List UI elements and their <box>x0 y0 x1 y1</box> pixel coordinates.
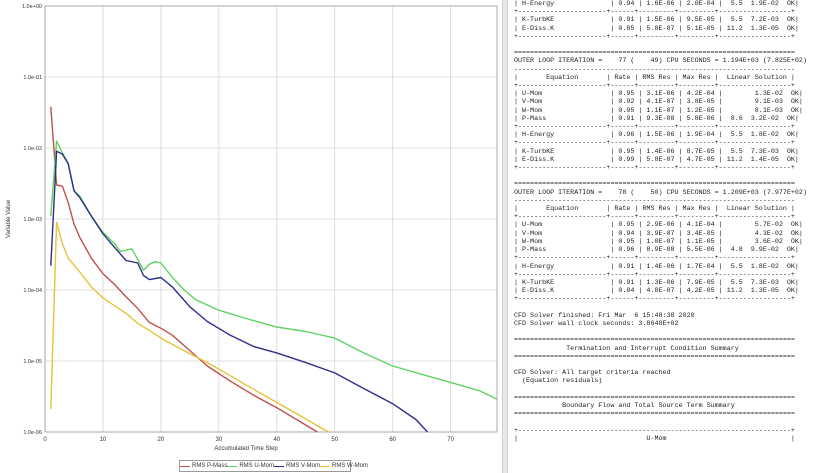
x-tick-label: 60 <box>389 437 396 443</box>
legend-label: RMS V-Mom <box>286 463 321 469</box>
series-line-rms-v-mom <box>50 150 429 433</box>
legend-item: RMS U-Mom <box>227 463 274 469</box>
legend-item: RMS W-Mom <box>320 463 368 469</box>
x-tick-label: 30 <box>216 437 223 443</box>
solver-output-line: +---------------------------------------… <box>514 426 795 435</box>
x-tick-label: 0 <box>43 437 47 443</box>
series-line-rms-u-mom <box>50 140 498 400</box>
y-tick-label: 1.0e-06 <box>23 430 42 436</box>
solver-output-line: | H-Energy | 0.94 | 1.6E-06 | 2.0E-04 | … <box>514 0 799 8</box>
solver-output-line: +----------------------+------+---------… <box>514 270 795 279</box>
x-tick-label: 20 <box>158 437 165 443</box>
legend-label: RMS P-Mass <box>192 463 228 469</box>
solver-output-line: +----------------------+------+---------… <box>514 213 795 222</box>
series-line-rms-p-mass <box>50 106 318 433</box>
legend-swatch <box>320 465 331 467</box>
solver-output-line: +----------------------+------+---------… <box>514 123 795 132</box>
legend-swatch <box>227 465 238 467</box>
solver-output-line: ========================================… <box>514 410 795 419</box>
x-tick-label: 40 <box>273 437 280 443</box>
solver-output-line: | P-Mass | 0.91 | 9.3E-08 | 5.8E-06 | 8.… <box>514 114 799 123</box>
solver-output-line: | P-Mass | 0.96 | 8.9E-08 | 5.5E-06 | 4.… <box>514 246 799 255</box>
solver-output-line: | Equation | Rate | RMS Res | Max Res | … <box>514 73 795 82</box>
y-tick-label: 1.0e+00 <box>22 4 42 10</box>
solver-output-line: OUTER LOOP ITERATION = 77 ( 49) CPU SECO… <box>514 57 807 66</box>
solver-output-panel[interactable]: | H-Energy | 0.94 | 1.6E-06 | 2.0E-04 | … <box>508 0 831 473</box>
solver-output-line: | H-Energy | 0.91 | 1.4E-06 | 1.7E-04 | … <box>514 262 799 271</box>
solver-output-line: | K-TurbKE | 0.91 | 1.5E-06 | 9.5E-05 | … <box>514 16 799 25</box>
solver-output-line: Boundary Flow and Total Source Term Summ… <box>562 401 735 410</box>
legend-label: RMS W-Mom <box>332 463 368 469</box>
solver-output-line: | Equation | Rate | RMS Res | Max Res | … <box>514 205 795 214</box>
x-tick-label: 70 <box>447 437 454 443</box>
solver-output-line: ========================================… <box>514 336 795 345</box>
solver-output-line: +----------------------+------+---------… <box>514 32 795 41</box>
y-tick-label: 1.0e-02 <box>23 146 42 152</box>
y-tick-label: 1.0e-05 <box>23 359 42 365</box>
solver-output-line: ----------------------------------------… <box>514 65 795 74</box>
solver-output-line: | H-Energy | 0.96 | 1.5E-06 | 1.9E-04 | … <box>514 131 799 140</box>
legend-swatch <box>274 465 285 467</box>
y-tick-label: 1.0e-03 <box>23 217 42 223</box>
solver-output-line: ========================================… <box>514 352 795 361</box>
x-axis-label: Accumulated Time Step <box>214 446 278 452</box>
solver-output-line: | W-Mom | 0.95 | 1.1E-07 | 1.2E-05 | 8.1… <box>514 106 803 115</box>
solver-output-line: | E-Diss.K | 0.84 | 4.8E-07 | 4.2E-05 | … <box>514 287 799 296</box>
solver-output-line: | K-TurbKE | 0.91 | 1.3E-06 | 7.9E-05 | … <box>514 278 799 287</box>
solver-output-line: +----------------------+------+---------… <box>514 254 795 263</box>
solver-output-line: CFD Solver finished: Fri Mar 6 15:48:38 … <box>514 311 695 320</box>
solver-output-line: | V-Mom | 0.92 | 4.1E-07 | 3.8E-05 | 9.1… <box>514 98 803 107</box>
series-line-rms-w-mom <box>50 221 330 433</box>
solver-output-line: +----------------------+------+---------… <box>514 8 795 17</box>
solver-output-line: | W-Mom | 0.95 | 1.0E-07 | 1.1E-05 | 3.6… <box>514 237 803 246</box>
residual-plot-panel: 0 10 20 30 40 50 60 70 1.0e-06 1.0e-05 1.0e-04 1.0e… <box>0 0 502 473</box>
solver-output-line: OUTER LOOP ITERATION = 78 ( 50) CPU SECO… <box>514 188 807 197</box>
solver-output-line: | E-Diss.K | 0.85 | 5.8E-07 | 5.1E-05 | … <box>514 24 799 33</box>
solver-output-line: ========================================… <box>514 49 795 58</box>
solver-output-line: | K-TurbKE | 0.95 | 1.4E-06 | 8.7E-05 | … <box>514 147 799 156</box>
solver-output-line: +----------------------+------+---------… <box>514 295 795 304</box>
legend-swatch <box>180 465 190 467</box>
y-tick-label: 1.0e-04 <box>23 288 42 294</box>
legend-item: RMS V-Mom <box>274 463 320 469</box>
solver-output-line: CFD Solver: All target criteria reached <box>514 369 671 378</box>
x-tick-label: 50 <box>331 437 338 443</box>
solver-output-line: +----------------------+------+---------… <box>514 82 795 91</box>
x-tick-label: 10 <box>100 437 107 443</box>
solver-output-line: Termination and Interrupt Condition Summ… <box>566 344 739 353</box>
solver-output-line: | E-Diss.K | 0.99 | 5.8E-07 | 4.7E-05 | … <box>514 155 799 164</box>
solver-output-line: ----------------------------------------… <box>514 196 795 205</box>
y-tick-label: 1.0e-01 <box>23 75 42 81</box>
solver-output-text: | H-Energy | 0.94 | 1.6E-06 | 2.0E-04 | … <box>508 0 831 443</box>
solver-output-line: CFD Solver wall clock seconds: 3.8648E+0… <box>514 319 679 328</box>
solver-output-line: | U-Mom | <box>514 434 795 443</box>
solver-output-line: (Equation residuals) <box>522 377 603 386</box>
solver-output-line: | V-Mom | 0.94 | 3.9E-07 | 3.4E-05 | 4.3… <box>514 229 803 238</box>
legend-item: RMS P-Mass <box>180 463 227 469</box>
y-axis-label: Variable Value <box>6 199 12 238</box>
legend-label: RMS U-Mom <box>239 463 275 469</box>
solver-output-line: | U-Mom | 0.95 | 3.1E-06 | 4.2E-04 | 1.3… <box>514 90 803 99</box>
solver-output-line: ========================================… <box>514 393 795 402</box>
solver-output-line: +----------------------+------+---------… <box>514 139 795 148</box>
solver-output-line: ========================================… <box>514 180 795 189</box>
chart-legend: RMS P-Mass RMS U-Mom RMS V-Mom RMS W-Mom <box>179 460 368 472</box>
residual-chart: 0 10 20 30 40 50 60 70 1.0e-06 1.0e-05 1.0e-04 1.0e… <box>6 4 498 452</box>
solver-output-line: +----------------------+------+---------… <box>514 164 795 173</box>
solver-output-line: | U-Mom | 0.95 | 2.9E-06 | 4.1E-04 | 5.7… <box>514 221 803 230</box>
